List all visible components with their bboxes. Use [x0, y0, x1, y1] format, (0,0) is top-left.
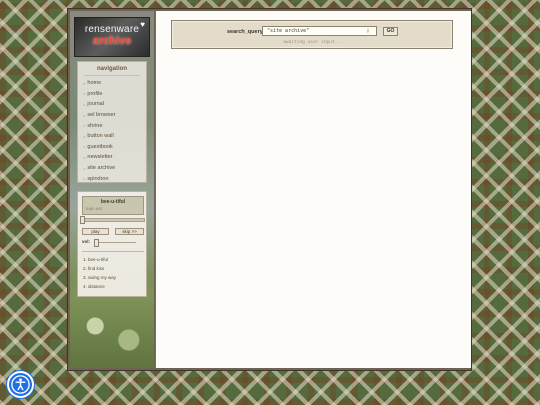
nav-divider — [84, 75, 140, 76]
now-playing-title: bee-u-tiful — [100, 199, 126, 205]
nav-item-site-archive[interactable]: ○ site archive — [78, 163, 146, 174]
nav-item-label: home — [87, 80, 102, 87]
navigation-title: navigation — [96, 66, 127, 72]
nav-item-newsletter[interactable]: ○ newsletter — [78, 152, 146, 163]
bullet-icon: ○ — [83, 144, 86, 150]
nav-item-shrine[interactable]: ○ shrine — [78, 120, 146, 131]
nav-item-label: newsletter — [87, 154, 113, 161]
go-button[interactable]: GO — [383, 27, 398, 36]
playlist-divider — [82, 251, 144, 252]
bullet-icon: ○ — [83, 123, 86, 129]
now-playing-time: 0:00 / 4:07 — [86, 207, 103, 211]
playlist-item[interactable]: 2. find kiss — [83, 266, 104, 271]
navigation-panel: navigation ○ home ○ profile ○ journal ○ sel … — [77, 61, 147, 183]
logo-line-1: rensenware — [84, 24, 140, 35]
bullet-icon: ○ — [83, 154, 86, 160]
nav-item-label: button wall — [87, 133, 114, 140]
track-progress-bar[interactable] — [82, 218, 145, 222]
bullet-icon: ○ — [83, 112, 86, 118]
search-panel: search_query: ⚷ GO awaiting user input..… — [171, 20, 453, 49]
bullet-icon: ○ — [83, 133, 86, 139]
volume-slider[interactable] — [95, 242, 136, 243]
heart-icon: ♥ — [140, 20, 145, 29]
search-status: awaiting user input... — [283, 40, 343, 45]
music-player: bee-u-tiful 0:00 / 4:07 play skip >> vol… — [77, 191, 147, 297]
nav-item-label: sel browser — [87, 112, 116, 119]
play-button[interactable]: play — [82, 228, 109, 235]
playlist-item[interactable]: 4. distance — [83, 284, 105, 289]
playlist-item[interactable]: 3. swing my way — [83, 275, 116, 280]
bullet-icon: ○ — [83, 176, 86, 182]
accessibility-icon — [11, 375, 30, 394]
nav-item-journal[interactable]: ○ journal — [78, 99, 146, 110]
nav-item-button-wall[interactable]: ○ button wall — [78, 131, 146, 142]
nav-item-spindron[interactable]: ○ spindron — [78, 173, 146, 184]
volume-handle[interactable] — [94, 239, 100, 247]
nav-item-label: journal — [87, 101, 104, 108]
skip-button[interactable]: skip >> — [115, 228, 144, 235]
nav-item-profile[interactable]: ○ profile — [78, 89, 146, 100]
nav-item-sel-browser[interactable]: ○ sel browser — [78, 110, 146, 121]
track-progress-handle[interactable] — [80, 216, 85, 224]
bullet-icon: ○ — [83, 80, 86, 86]
nav-item-guestbook[interactable]: ○ guestbook — [78, 142, 146, 153]
bullet-icon: ○ — [83, 101, 86, 107]
nav-item-label: guestbook — [87, 143, 113, 150]
site-logo[interactable]: ♥ rensenware archive — [74, 17, 150, 57]
bullet-icon: ○ — [83, 165, 86, 171]
bullet-icon: ○ — [83, 91, 86, 97]
main-content — [155, 11, 471, 368]
nav-item-home[interactable]: ○ home — [78, 78, 146, 89]
nav-item-label: shrine — [87, 122, 103, 129]
search-input[interactable] — [262, 26, 377, 36]
logo-line-2: archive — [92, 35, 132, 47]
search-label: search_query: — [227, 29, 265, 35]
nav-item-label: spindron — [87, 175, 109, 182]
nav-item-label: profile — [87, 90, 103, 97]
playlist-item[interactable]: 1. bee-u-tiful — [83, 257, 108, 262]
now-playing-box: bee-u-tiful 0:00 / 4:07 — [82, 196, 144, 215]
sidebar-foliage-image — [70, 298, 154, 368]
volume-label: vol: — [82, 239, 91, 244]
accessibility-button[interactable] — [7, 371, 34, 398]
nav-item-label: site archive — [87, 165, 116, 172]
key-icon: ⚷ — [366, 28, 370, 34]
